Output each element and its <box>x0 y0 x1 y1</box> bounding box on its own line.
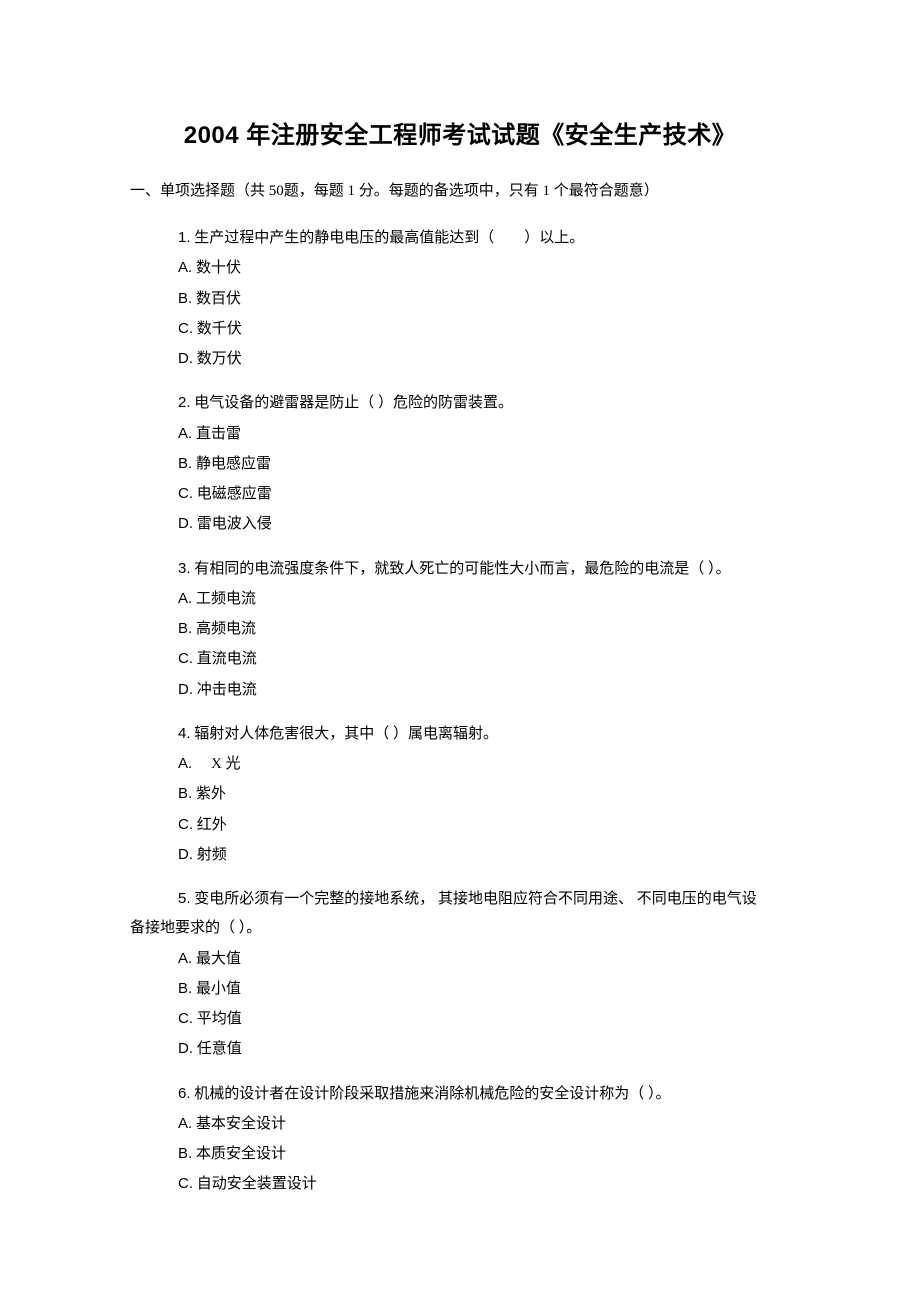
question-3-d-text: 冲击电流 <box>197 682 257 698</box>
question-4-option-c: C. 红外 <box>130 810 790 840</box>
option-c-label: C. <box>178 1175 193 1192</box>
question-1-a-text: 数十伏 <box>196 260 241 276</box>
question-5-b-text: 最小值 <box>196 981 241 997</box>
question-6-option-c: C. 自动安全装置设计 <box>130 1169 790 1199</box>
option-d-label: D. <box>178 846 193 863</box>
question-2-option-a: A. 直击雷 <box>130 419 790 449</box>
option-c-label: C. <box>178 485 193 502</box>
question-4-d-text: 射频 <box>197 847 227 863</box>
question-5-text-line1: 变电所必须有一个完整的接地系统， 其接地电阻应符合不同用途、 不同电压的电气设 <box>194 891 757 907</box>
option-a-label: A. <box>178 590 192 607</box>
option-d-label: D. <box>178 1040 193 1057</box>
option-c-label: C. <box>178 1010 193 1027</box>
question-1-option-b: B. 数百伏 <box>130 284 790 314</box>
option-a-label: A. <box>178 950 192 967</box>
question-4-stem: 4. 辐射对人体危害很大，其中（ ）属电离辐射。 <box>130 719 790 749</box>
question-6-a-text: 基本安全设计 <box>196 1116 286 1132</box>
question-3-stem: 3. 有相同的电流强度条件下，就致人死亡的可能性大小而言，最危险的电流是（ ）。 <box>130 554 790 584</box>
option-a-label: A. <box>178 1115 192 1132</box>
question-5: 5. 变电所必须有一个完整的接地系统， 其接地电阻应符合不同用途、 不同电压的电… <box>130 884 790 1065</box>
question-1-text: 生产过程中产生的静电电压的最高值能达到（ ）以上。 <box>194 230 584 246</box>
question-3-c-text: 直流电流 <box>197 651 257 667</box>
question-3-option-c: C. 直流电流 <box>130 644 790 674</box>
question-3-b-text: 高频电流 <box>196 621 256 637</box>
option-d-label: D. <box>178 350 193 367</box>
question-2: 2. 电气设备的避雷器是防止（ ）危险的防雷装置。 A. 直击雷 B. 静电感应… <box>130 388 790 539</box>
option-a-label: A. <box>178 259 192 276</box>
section-1-heading: 一、单项选择题（共 50题，每题 1 分。每题的备选项中，只有 1 个最符合题意… <box>130 178 790 205</box>
question-4-b-text: 紫外 <box>196 786 226 802</box>
option-a-label: A. <box>178 425 192 442</box>
question-3-option-b: B. 高频电流 <box>130 614 790 644</box>
question-5-stem: 5. 变电所必须有一个完整的接地系统， 其接地电阻应符合不同用途、 不同电压的电… <box>130 884 790 944</box>
question-5-option-b: B. 最小值 <box>130 974 790 1004</box>
question-1-d-text: 数万伏 <box>197 351 242 367</box>
option-b-label: B. <box>178 785 192 802</box>
option-c-label: C. <box>178 816 193 833</box>
section-1-heading-text: 一、单项选择题（共 50题，每题 1 分。每题的备选项中，只有 1 个最符合题意… <box>130 183 659 199</box>
question-5-c-text: 平均值 <box>197 1011 242 1027</box>
option-b-label: B. <box>178 1145 192 1162</box>
question-3-option-a: A. 工频电流 <box>130 584 790 614</box>
question-6-b-text: 本质安全设计 <box>196 1146 286 1162</box>
question-4-option-a: A. X 光 <box>130 749 790 779</box>
question-4-option-b: B. 紫外 <box>130 779 790 809</box>
question-3-number: 3. <box>178 560 191 577</box>
question-4-c-text: 红外 <box>197 817 227 833</box>
question-6-option-a: A. 基本安全设计 <box>130 1109 790 1139</box>
question-6-number: 6. <box>178 1085 191 1102</box>
question-2-text: 电气设备的避雷器是防止（ ）危险的防雷装置。 <box>194 395 513 411</box>
option-b-label: B. <box>178 290 192 307</box>
question-5-text-line2: 备接地要求的（ ）。 <box>130 920 261 936</box>
question-2-a-text: 直击雷 <box>196 426 241 442</box>
option-d-label: D. <box>178 681 193 698</box>
question-1: 1. 生产过程中产生的静电电压的最高值能达到（ ）以上。 A. 数十伏 B. 数… <box>130 223 790 374</box>
question-3-option-d: D. 冲击电流 <box>130 675 790 705</box>
question-3-text: 有相同的电流强度条件下，就致人死亡的可能性大小而言，最危险的电流是（ ）。 <box>194 561 730 577</box>
question-1-option-d: D. 数万伏 <box>130 344 790 374</box>
question-1-option-a: A. 数十伏 <box>130 253 790 283</box>
question-2-c-text: 电磁感应雷 <box>197 486 272 502</box>
option-a-label: A. <box>178 755 192 772</box>
question-4-option-d: D. 射频 <box>130 840 790 870</box>
question-5-option-a: A. 最大值 <box>130 944 790 974</box>
exam-page: 2004 年注册安全工程师考试试题《安全生产技术》 一、单项选择题（共 50题，… <box>0 0 920 1294</box>
option-d-label: D. <box>178 515 193 532</box>
question-5-option-c: C. 平均值 <box>130 1004 790 1034</box>
question-2-d-text: 雷电波入侵 <box>197 516 272 532</box>
question-2-option-d: D. 雷电波入侵 <box>130 509 790 539</box>
question-2-b-text: 静电感应雷 <box>196 456 271 472</box>
question-3: 3. 有相同的电流强度条件下，就致人死亡的可能性大小而言，最危险的电流是（ ）。… <box>130 554 790 705</box>
question-1-b-text: 数百伏 <box>196 291 241 307</box>
question-5-number: 5. <box>178 890 191 907</box>
question-4-number: 4. <box>178 725 191 742</box>
question-1-option-c: C. 数千伏 <box>130 314 790 344</box>
option-b-label: B. <box>178 455 192 472</box>
question-6-stem: 6. 机械的设计者在设计阶段采取措施来消除机械危险的安全设计称为（ ）。 <box>130 1079 790 1109</box>
question-5-d-text: 任意值 <box>197 1041 242 1057</box>
question-6-option-b: B. 本质安全设计 <box>130 1139 790 1169</box>
question-2-option-b: B. 静电感应雷 <box>130 449 790 479</box>
option-b-label: B. <box>178 620 192 637</box>
question-4: 4. 辐射对人体危害很大，其中（ ）属电离辐射。 A. X 光 B. 紫外 C.… <box>130 719 790 870</box>
question-5-a-text: 最大值 <box>196 951 241 967</box>
option-c-label: C. <box>178 650 193 667</box>
question-2-stem: 2. 电气设备的避雷器是防止（ ）危险的防雷装置。 <box>130 388 790 418</box>
question-3-a-text: 工频电流 <box>196 591 256 607</box>
question-2-number: 2. <box>178 394 191 411</box>
question-1-stem: 1. 生产过程中产生的静电电压的最高值能达到（ ）以上。 <box>130 223 790 253</box>
question-6: 6. 机械的设计者在设计阶段采取措施来消除机械危险的安全设计称为（ ）。 A. … <box>130 1079 790 1200</box>
question-2-option-c: C. 电磁感应雷 <box>130 479 790 509</box>
question-1-number: 1. <box>178 229 191 246</box>
page-title: 2004 年注册安全工程师考试试题《安全生产技术》 <box>130 115 790 150</box>
option-c-label: C. <box>178 320 193 337</box>
question-4-a-text: X 光 <box>196 756 241 772</box>
question-4-text: 辐射对人体危害很大，其中（ ）属电离辐射。 <box>194 726 498 742</box>
question-6-c-text: 自动安全装置设计 <box>197 1176 317 1192</box>
option-b-label: B. <box>178 980 192 997</box>
question-6-text: 机械的设计者在设计阶段采取措施来消除机械危险的安全设计称为（ ）。 <box>194 1086 670 1102</box>
question-5-option-d: D. 任意值 <box>130 1034 790 1064</box>
question-1-c-text: 数千伏 <box>197 321 242 337</box>
